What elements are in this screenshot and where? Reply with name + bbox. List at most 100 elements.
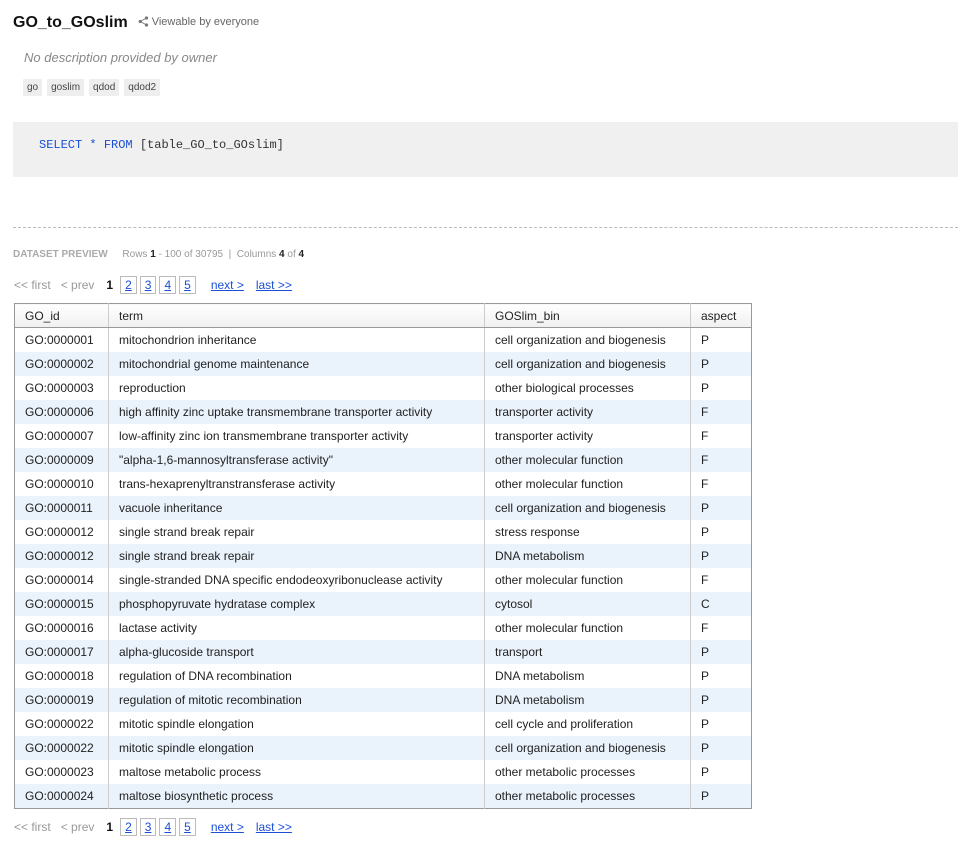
cell-aspect: F <box>701 477 709 491</box>
total-rows: 30795 <box>195 249 224 260</box>
cell-goslim-bin: DNA metabolism <box>484 664 691 688</box>
table-row: GO:0000022 mitotic spindle elongation cell… <box>14 712 752 736</box>
cell-term: low-affinity zinc ion transmembrane tran… <box>108 424 485 448</box>
cell-term: lactase activity <box>108 616 485 640</box>
table-row: GO:0000012 single strand break repair DNA … <box>14 544 752 568</box>
cell-term: mitochondrion inheritance <box>108 327 485 352</box>
cell-aspect: P <box>701 669 710 683</box>
cell-go-id: GO:0000012 <box>14 544 109 568</box>
pager-top: << first < prev 1 2 3 4 5 next > last >> <box>14 276 292 294</box>
dataset-preview-info: DATASET PREVIEW Rows 1 - 100 of 30795 | … <box>13 249 305 260</box>
tag[interactable]: goslim <box>47 79 85 96</box>
cell-go-id: GO:0000003 <box>14 376 109 400</box>
page-header: GO_to_GOslim Viewable by everyone <box>13 14 259 32</box>
pager-page-link[interactable]: 4 <box>159 818 177 836</box>
cell-aspect: P <box>690 640 752 664</box>
cell-goslim-bin: other molecular function <box>484 472 691 496</box>
viewable-label: Viewable by everyone <box>151 15 260 28</box>
pager-first: << first <box>14 278 51 292</box>
tag[interactable]: qdod2 <box>124 79 161 96</box>
cell-aspect: C <box>690 592 752 616</box>
tag[interactable]: qdod <box>89 79 120 96</box>
table-row: GO:0000016 lactase activity other molecula… <box>14 616 752 640</box>
table-header-row: GO_id term GOSlim_bin aspect <box>14 303 752 328</box>
cell-go-id: GO:0000018 <box>14 664 109 688</box>
cell-go-id: GO:0000024 <box>14 784 109 809</box>
cell-term: high affinity zinc uptake transmembrane … <box>108 400 485 424</box>
cell-goslim-bin: cell organization and biogenesis <box>484 327 691 352</box>
cell-term: mitotic spindle elongation <box>108 712 485 736</box>
table-row: GO:0000017 alpha-glucoside transport trans… <box>14 640 752 664</box>
table-row: GO:0000015 phosphopyruvate hydratase comp… <box>14 592 752 616</box>
divider <box>13 227 958 228</box>
pager-page-link[interactable]: 5 <box>179 276 196 294</box>
row-end: 100 <box>164 249 182 260</box>
cell-go-id: GO:0000001 <box>14 327 109 352</box>
cell-goslim-bin: other molecular function <box>484 568 691 592</box>
cell-term: phosphopyruvate hydratase complex <box>108 592 485 616</box>
table-row: GO:0000024 maltose biosynthetic process ot… <box>14 784 752 809</box>
pager-prev: < prev <box>60 278 95 292</box>
cell-go-id: GO:0000017 <box>14 640 109 664</box>
table-row: GO:0000002 mitochondrial genome maintenan… <box>14 352 752 376</box>
pager-prev: < prev <box>60 820 95 834</box>
cell-term: single strand break repair <box>108 520 485 544</box>
cell-goslim-bin: other molecular function <box>484 448 691 472</box>
cell-aspect: P <box>690 544 752 568</box>
cell-term: single strand break repair <box>108 544 485 568</box>
cell-aspect: P <box>701 765 710 779</box>
cell-goslim-bin: transport <box>484 640 691 664</box>
sql-keyword-from: FROM <box>103 138 133 152</box>
cell-goslim-bin: other biological processes <box>484 376 691 400</box>
pager-page-link[interactable]: 3 <box>139 818 157 836</box>
cell-go-id: GO:0000012 <box>14 520 109 544</box>
cell-go-id: GO:0000016 <box>14 616 109 640</box>
cell-go-id: GO:0000006 <box>14 400 109 424</box>
cols-shown: 4 <box>279 249 285 260</box>
cell-goslim-bin: cell organization and biogenesis <box>484 736 691 760</box>
table-row: GO:0000018 regulation of DNA recombinatio… <box>14 664 752 688</box>
share-icon <box>138 16 148 27</box>
tag[interactable]: go <box>23 79 43 96</box>
sharing-status[interactable]: Viewable by everyone <box>138 16 259 28</box>
cell-aspect: P <box>690 688 752 712</box>
cell-term: single-stranded DNA specific endodeoxyri… <box>108 568 485 592</box>
cell-aspect: P <box>690 496 752 520</box>
cell-go-id: GO:0000014 <box>14 568 109 592</box>
cell-aspect: P <box>701 717 710 731</box>
pager-page-link[interactable]: 2 <box>120 818 137 836</box>
cell-goslim-bin: other molecular function <box>484 616 691 640</box>
cell-term: regulation of DNA recombination <box>108 664 485 688</box>
cell-aspect: F <box>701 621 709 635</box>
column-header[interactable]: GO_id <box>14 303 109 328</box>
pager-current-page: 1 <box>106 278 114 292</box>
pager-page-link[interactable]: 2 <box>120 276 137 294</box>
cell-goslim-bin: DNA metabolism <box>484 544 691 568</box>
pager-first: << first <box>14 820 51 834</box>
pager-page-link[interactable]: 4 <box>159 276 177 294</box>
cell-goslim-bin: other metabolic processes <box>484 784 691 809</box>
of-label: of <box>287 249 296 260</box>
pager-bottom: << first < prev 1 2 3 4 5 next > last >> <box>14 818 292 836</box>
pager-last-link[interactable]: last >> <box>256 820 292 834</box>
page-title: GO_to_GOslim <box>13 14 128 31</box>
cell-go-id: GO:0000019 <box>14 688 109 712</box>
column-header[interactable]: term <box>108 303 485 328</box>
cell-aspect: F <box>701 573 709 587</box>
column-header[interactable]: aspect <box>690 303 752 328</box>
pager-page-link[interactable]: 5 <box>179 818 196 836</box>
cell-goslim-bin: transporter activity <box>484 400 691 424</box>
query-box: SELECT * FROM [table_GO_to_GOslim] <box>13 122 958 177</box>
pager-next-link[interactable]: next > <box>211 278 244 292</box>
cols-total: 4 <box>298 249 305 260</box>
pager-next-link[interactable]: next > <box>211 820 244 834</box>
cell-goslim-bin: cell organization and biogenesis <box>484 496 691 520</box>
table-row: GO:0000001 mitochondrion inheritance cell … <box>14 327 752 352</box>
cell-aspect: P <box>701 525 710 539</box>
cell-go-id: GO:0000007 <box>14 424 109 448</box>
column-header[interactable]: GOSlim_bin <box>484 303 691 328</box>
pager-page-link[interactable]: 3 <box>139 276 157 294</box>
pager-last-link[interactable]: last >> <box>256 278 292 292</box>
cell-goslim-bin: cell cycle and proliferation <box>484 712 691 736</box>
data-table: GO_id term GOSlim_bin aspect GO:0000001 m… <box>14 303 752 809</box>
